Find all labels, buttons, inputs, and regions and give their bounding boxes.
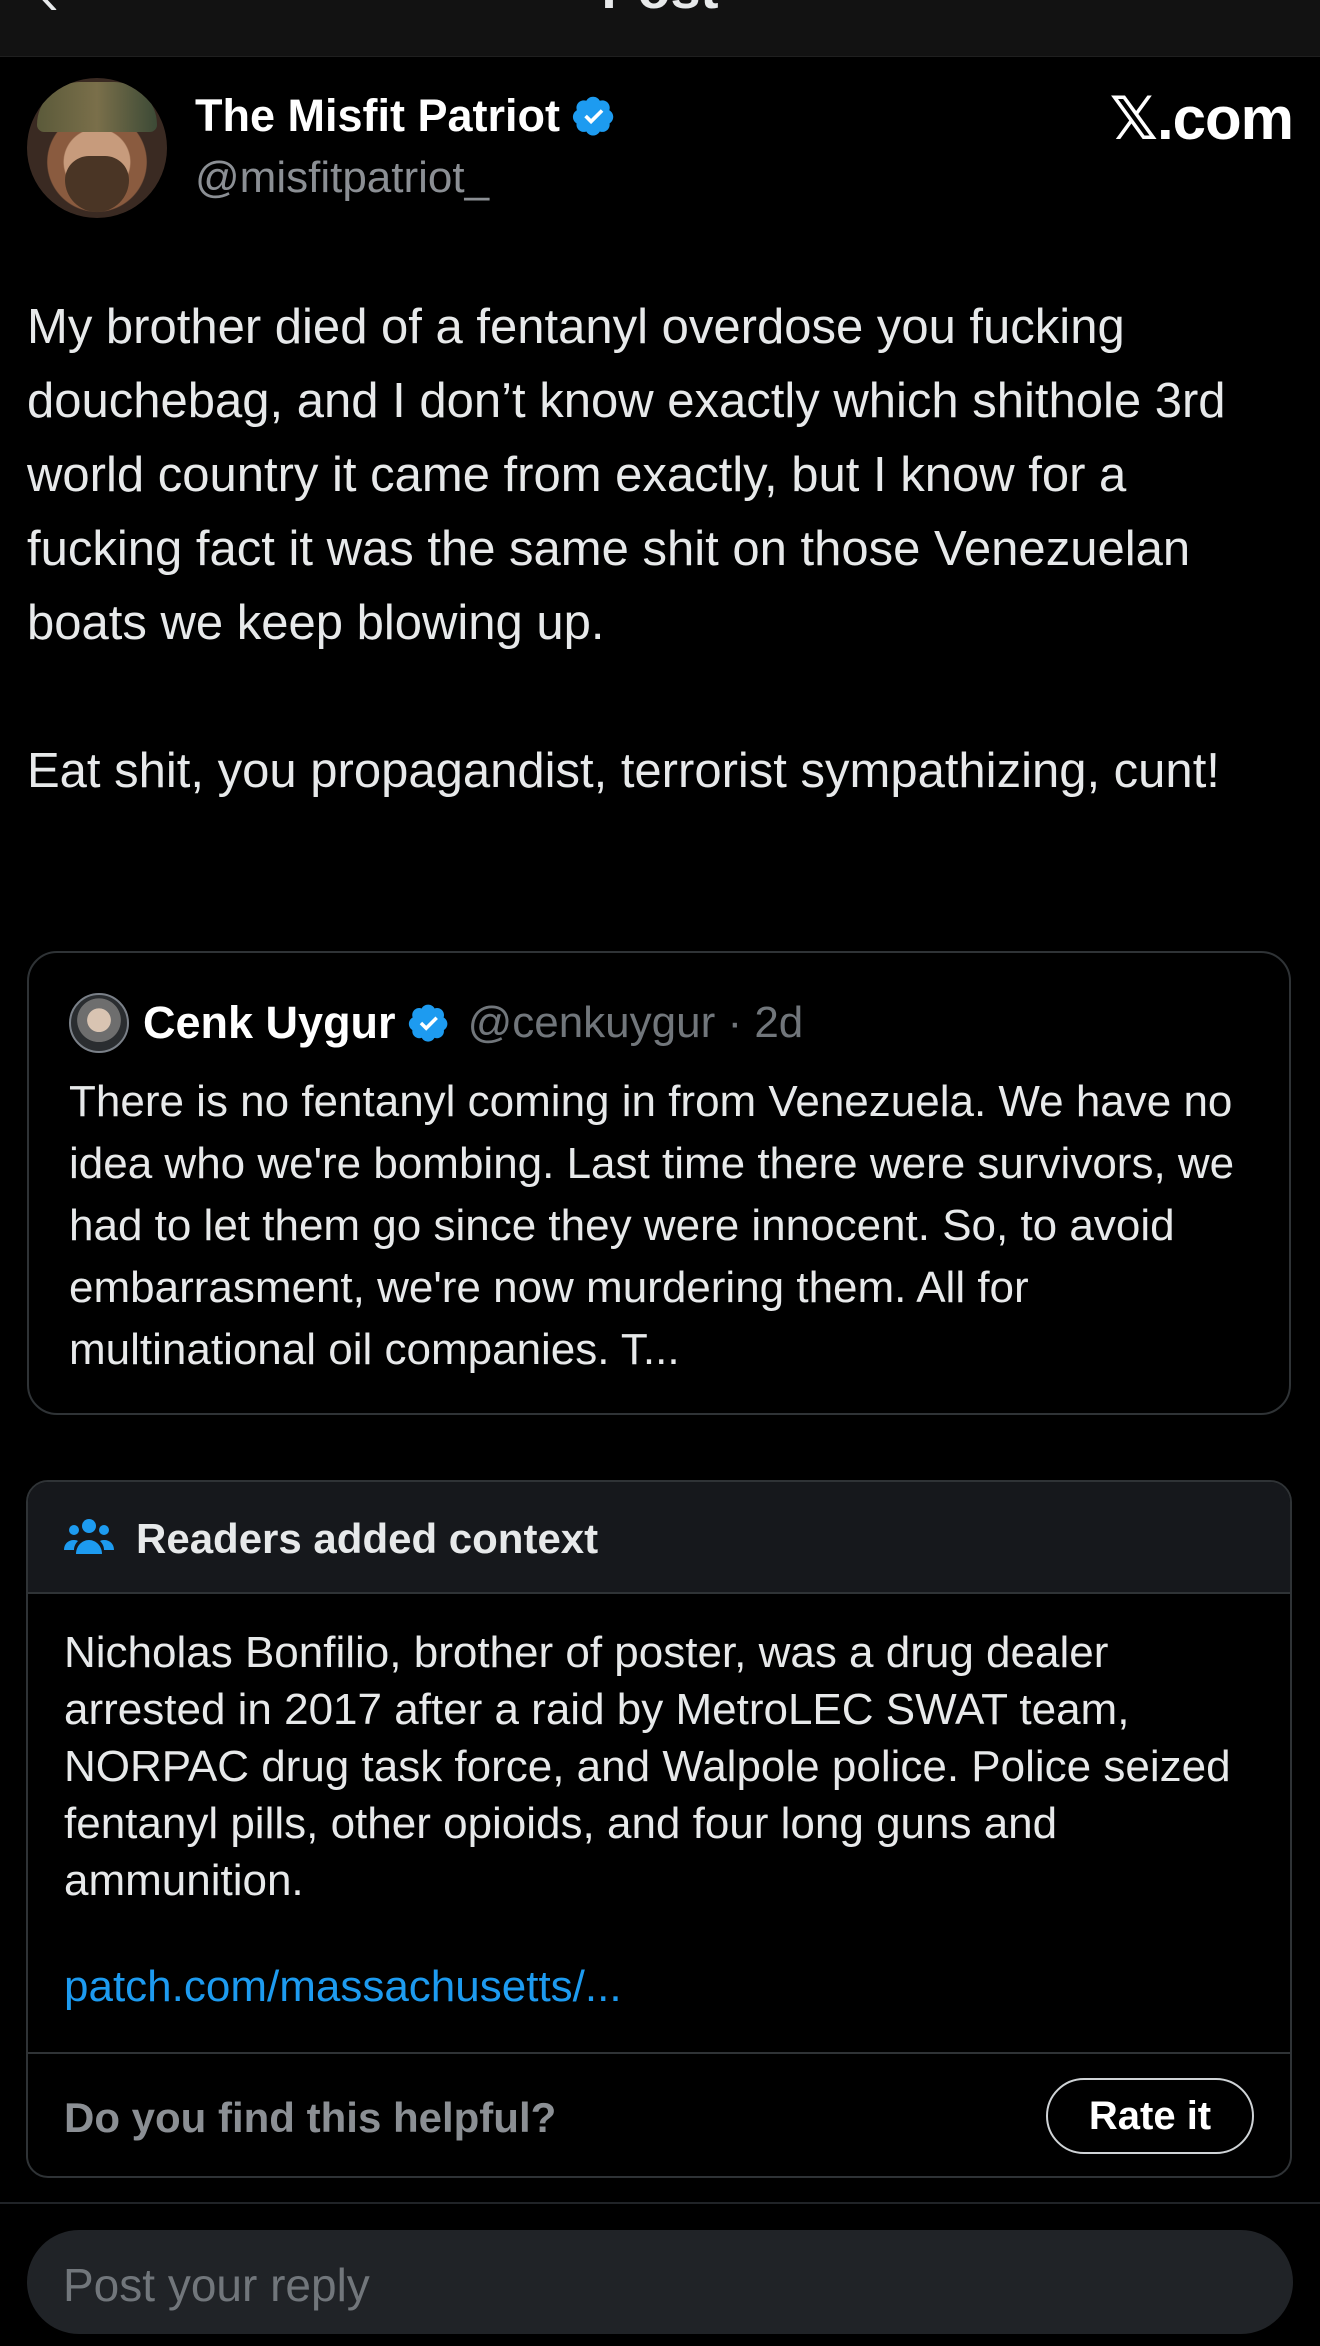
community-note-title: Readers added context (136, 1515, 599, 1562)
community-note-link[interactable]: patch.com/massachusetts/... (64, 1962, 622, 2012)
rate-it-button[interactable]: Rate it (1046, 2078, 1254, 2154)
top-bar: ‹ Post (0, 0, 1320, 57)
author-name-row: The Misfit Patriot (195, 90, 616, 142)
page-title: Post (0, 0, 1320, 20)
community-note-header: Readers added context (28, 1482, 1290, 1594)
community-note-text: Nicholas Bonfilio, brother of poster, wa… (64, 1628, 1231, 1905)
post-author: The Misfit Patriot @misfitpatriot_ 𝕏.com (27, 78, 1294, 218)
author-avatar[interactable] (27, 78, 167, 218)
quoted-author-name: Cenk Uygur (143, 997, 396, 1048)
x-brand-logo: 𝕏.com (1109, 85, 1294, 152)
reply-placeholder: Post your reply (63, 2259, 370, 2311)
helpful-question: Do you find this helpful? (64, 2094, 557, 2141)
post-text: My brother died of a fentanyl overdose y… (27, 290, 1293, 808)
community-note: Readers added context Nicholas Bonfilio,… (26, 1480, 1292, 2178)
community-note-footer: Do you find this helpful? Rate it (28, 2052, 1290, 2176)
verified-badge-icon (572, 96, 614, 136)
people-icon (64, 1519, 114, 1554)
quoted-handle-time: @cenkuygur · 2d (467, 998, 804, 1047)
avatar-cap (37, 82, 157, 132)
reply-input[interactable]: Post your reply (27, 2230, 1293, 2334)
author-handle[interactable]: @misfitpatriot_ (195, 153, 489, 203)
verified-badge-icon (408, 1004, 447, 1042)
quoted-post-text: There is no fentanyl coming in from Vene… (69, 1077, 1235, 1374)
quoted-post[interactable]: Cenk Uygur @cenkuygur · 2d There is no f… (27, 951, 1291, 1415)
author-name[interactable]: The Misfit Patriot (195, 90, 560, 142)
avatar-beard (65, 156, 129, 212)
post-paragraph: My brother died of a fentanyl overdose y… (27, 300, 1226, 650)
post-paragraph: Eat shit, you propagandist, terrorist sy… (27, 744, 1220, 798)
quoted-avatar (69, 993, 129, 1053)
reply-divider (0, 2202, 1320, 2204)
quoted-post-header: Cenk Uygur @cenkuygur · 2d (69, 993, 803, 1053)
